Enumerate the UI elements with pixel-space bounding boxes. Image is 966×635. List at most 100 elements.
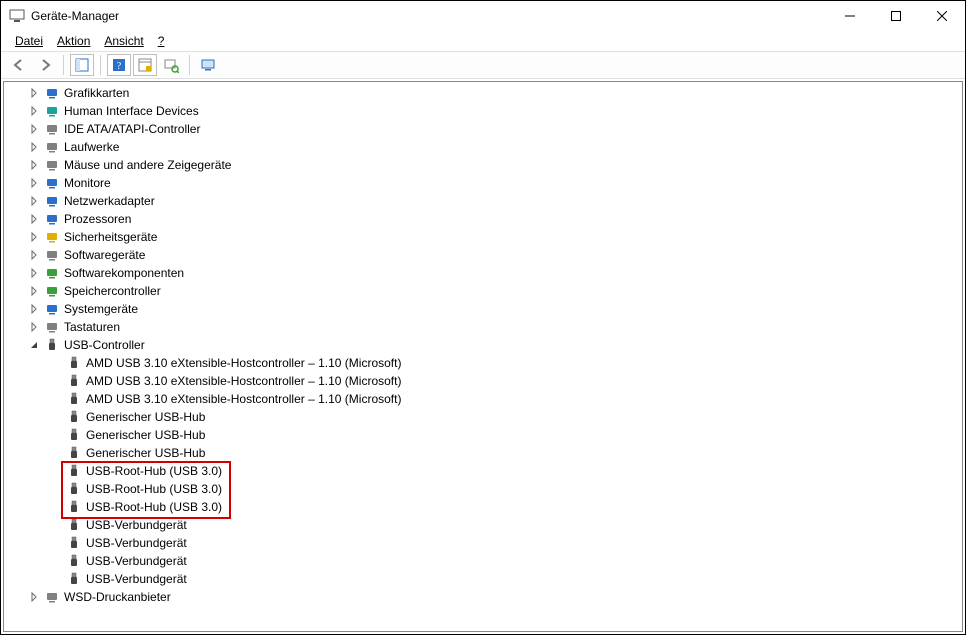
tree-device[interactable]: AMD USB 3.10 eXtensible-Hostcontroller –… [4, 372, 962, 390]
tree-category[interactable]: Tastaturen [4, 318, 962, 336]
tree-device[interactable]: Generischer USB-Hub [4, 408, 962, 426]
usb-device-icon [66, 553, 82, 569]
category-icon [44, 337, 60, 353]
category-icon [44, 175, 60, 191]
category-icon [44, 103, 60, 119]
toolbar-separator [63, 55, 64, 75]
category-icon [44, 193, 60, 209]
tree-category[interactable]: Sicherheitsgeräte [4, 228, 962, 246]
toolbar: ? [1, 51, 965, 79]
tree-category[interactable]: Speichercontroller [4, 282, 962, 300]
chevron-right-icon[interactable] [26, 319, 42, 335]
toolbar-separator [100, 55, 101, 75]
tree-device[interactable]: USB-Verbundgerät [4, 552, 962, 570]
device-tree-scroll[interactable]: Grafikkarten Human Interface Devices IDE A… [3, 81, 963, 632]
menu-file[interactable]: Datei [15, 34, 43, 48]
tree-item-label: Human Interface Devices [64, 104, 199, 118]
tree-category[interactable]: Systemgeräte [4, 300, 962, 318]
window-title: Geräte-Manager [31, 9, 119, 23]
tree-category[interactable]: USB-Controller [4, 336, 962, 354]
show-hide-tree-button[interactable] [70, 54, 94, 76]
tree-item-label: Softwaregeräte [64, 248, 145, 262]
tree-item-label: IDE ATA/ATAPI-Controller [64, 122, 200, 136]
tree-item-label: AMD USB 3.10 eXtensible-Hostcontroller –… [86, 374, 401, 388]
tree-item-label: AMD USB 3.10 eXtensible-Hostcontroller –… [86, 392, 401, 406]
tree-item-label: WSD-Druckanbieter [64, 590, 171, 604]
tree-item-label: USB-Verbundgerät [86, 518, 187, 532]
device-tree: Grafikkarten Human Interface Devices IDE A… [4, 84, 962, 606]
chevron-right-icon[interactable] [26, 211, 42, 227]
tree-device[interactable]: USB-Verbundgerät [4, 570, 962, 588]
tree-category[interactable]: Laufwerke [4, 138, 962, 156]
menu-help[interactable]: ? [158, 34, 165, 48]
chevron-right-icon[interactable] [26, 103, 42, 119]
tree-category[interactable]: Mäuse und andere Zeigegeräte [4, 156, 962, 174]
svg-text:?: ? [117, 61, 122, 72]
chevron-right-icon[interactable] [26, 229, 42, 245]
tree-device[interactable]: AMD USB 3.10 eXtensible-Hostcontroller –… [4, 390, 962, 408]
usb-device-icon [66, 463, 82, 479]
forward-button[interactable] [33, 54, 57, 76]
tree-item-label: Tastaturen [64, 320, 120, 334]
minimize-button[interactable] [827, 1, 873, 31]
chevron-right-icon[interactable] [26, 247, 42, 263]
tree-item-label: USB-Root-Hub (USB 3.0) [86, 482, 222, 496]
help-button[interactable]: ? [107, 54, 131, 76]
usb-device-icon [66, 517, 82, 533]
chevron-right-icon[interactable] [26, 283, 42, 299]
tree-category[interactable]: Grafikkarten [4, 84, 962, 102]
tree-item-label: Monitore [64, 176, 111, 190]
menu-view[interactable]: Ansicht [104, 34, 143, 48]
menubar: Datei Aktion Ansicht ? [1, 31, 965, 51]
chevron-right-icon[interactable] [26, 193, 42, 209]
tree-item-label: Generischer USB-Hub [86, 446, 205, 460]
menu-action[interactable]: Aktion [57, 34, 90, 48]
chevron-right-icon[interactable] [26, 175, 42, 191]
toolbar-separator [189, 55, 190, 75]
tree-item-label: Prozessoren [64, 212, 131, 226]
tree-category[interactable]: Softwarekomponenten [4, 264, 962, 282]
maximize-button[interactable] [873, 1, 919, 31]
tree-item-label: AMD USB 3.10 eXtensible-Hostcontroller –… [86, 356, 401, 370]
tree-item-label: Grafikkarten [64, 86, 129, 100]
tree-device[interactable]: USB-Verbundgerät [4, 534, 962, 552]
category-icon [44, 589, 60, 605]
usb-device-icon [66, 427, 82, 443]
chevron-right-icon[interactable] [26, 265, 42, 281]
tree-category[interactable]: Prozessoren [4, 210, 962, 228]
tree-category[interactable]: IDE ATA/ATAPI-Controller [4, 120, 962, 138]
chevron-right-icon[interactable] [26, 121, 42, 137]
chevron-right-icon[interactable] [26, 589, 42, 605]
tree-category[interactable]: Netzwerkadapter [4, 192, 962, 210]
tree-category[interactable]: Softwaregeräte [4, 246, 962, 264]
tree-item-label: USB-Controller [64, 338, 145, 352]
tree-item-label: Netzwerkadapter [64, 194, 155, 208]
tree-item-label: Softwarekomponenten [64, 266, 184, 280]
tree-device[interactable]: AMD USB 3.10 eXtensible-Hostcontroller –… [4, 354, 962, 372]
chevron-down-icon[interactable] [26, 337, 42, 353]
close-button[interactable] [919, 1, 965, 31]
chevron-right-icon[interactable] [26, 301, 42, 317]
tree-device[interactable]: USB-Root-Hub (USB 3.0) [4, 480, 962, 498]
tree-device[interactable]: USB-Verbundgerät [4, 516, 962, 534]
content-frame: Grafikkarten Human Interface Devices IDE A… [1, 79, 965, 634]
tree-item-label: Systemgeräte [64, 302, 138, 316]
tree-category[interactable]: Monitore [4, 174, 962, 192]
usb-device-icon [66, 355, 82, 371]
tree-device[interactable]: USB-Root-Hub (USB 3.0) [4, 462, 962, 480]
chevron-right-icon[interactable] [26, 139, 42, 155]
tree-category[interactable]: WSD-Druckanbieter [4, 588, 962, 606]
back-button[interactable] [7, 54, 31, 76]
category-icon [44, 319, 60, 335]
tree-device[interactable]: Generischer USB-Hub [4, 426, 962, 444]
tree-category[interactable]: Human Interface Devices [4, 102, 962, 120]
properties-button[interactable] [133, 54, 157, 76]
tree-device[interactable]: USB-Root-Hub (USB 3.0) [4, 498, 962, 516]
usb-device-icon [66, 499, 82, 515]
chevron-right-icon[interactable] [26, 157, 42, 173]
chevron-right-icon[interactable] [26, 85, 42, 101]
tree-item-label: Sicherheitsgeräte [64, 230, 157, 244]
tree-device[interactable]: Generischer USB-Hub [4, 444, 962, 462]
view-devices-button[interactable] [196, 54, 220, 76]
scan-hardware-button[interactable] [159, 54, 183, 76]
